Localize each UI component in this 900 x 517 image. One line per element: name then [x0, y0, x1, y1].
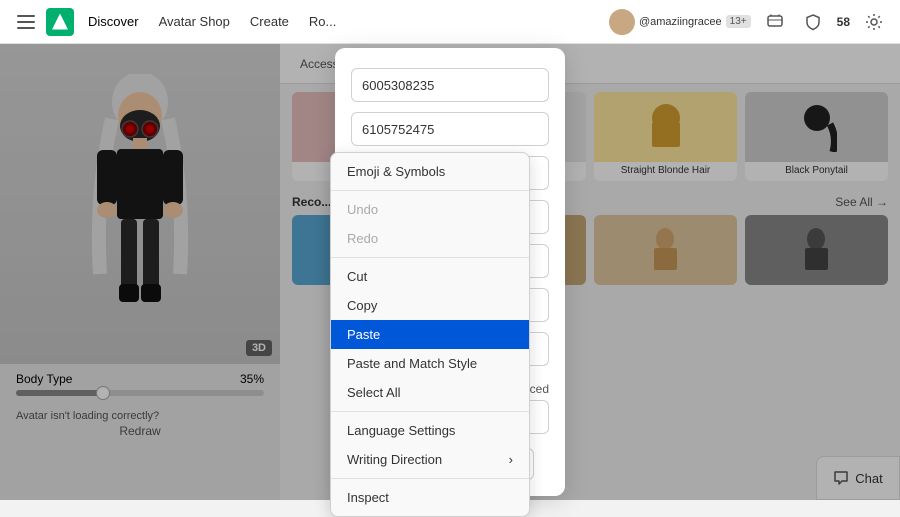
ctx-cut[interactable]: Cut — [331, 262, 529, 291]
hamburger-menu[interactable] — [12, 8, 40, 36]
ctx-writing-direction[interactable]: Writing Direction › — [331, 445, 529, 474]
nav-right: @amaziingracee 13+ 58 — [609, 8, 888, 36]
robux-count: 58 — [837, 15, 850, 29]
ctx-paste[interactable]: Paste — [331, 320, 529, 349]
nav-items: Discover Avatar Shop Create Ro... — [88, 14, 336, 29]
age-badge: 13+ — [726, 15, 751, 28]
ctx-paste-match-style[interactable]: Paste and Match Style — [331, 349, 529, 378]
ctx-copy[interactable]: Copy — [331, 291, 529, 320]
ctx-select-all[interactable]: Select All — [331, 378, 529, 407]
shield-icon[interactable] — [799, 8, 827, 36]
asset-id-input-1[interactable] — [351, 68, 549, 102]
ctx-divider-2 — [331, 257, 529, 258]
notifications-icon[interactable] — [761, 8, 789, 36]
settings-icon[interactable] — [860, 8, 888, 36]
context-menu: Emoji & Symbols Undo Redo Cut Copy Paste… — [330, 152, 530, 517]
nav-avatar-shop[interactable]: Avatar Shop — [159, 14, 230, 29]
username: @amaziingracee — [639, 16, 722, 28]
ctx-divider-3 — [331, 411, 529, 412]
ctx-language-settings[interactable]: Language Settings — [331, 416, 529, 445]
chevron-right-icon: › — [509, 452, 513, 467]
nav-more[interactable]: Ro... — [309, 14, 336, 29]
nav-discover[interactable]: Discover — [88, 14, 139, 29]
main-layout: 3D Body Type 35% Avatar isn't loading co… — [0, 44, 900, 500]
ctx-divider-4 — [331, 478, 529, 479]
user-profile[interactable]: @amaziingracee 13+ — [609, 9, 751, 35]
logo[interactable] — [46, 8, 74, 36]
ctx-redo[interactable]: Redo — [331, 224, 529, 253]
avatar-thumbnail — [609, 9, 635, 35]
ctx-undo[interactable]: Undo — [331, 195, 529, 224]
ctx-inspect[interactable]: Inspect — [331, 483, 529, 512]
ctx-emoji-symbols[interactable]: Emoji & Symbols — [331, 157, 529, 186]
asset-id-input-2[interactable] — [351, 112, 549, 146]
top-nav: Discover Avatar Shop Create Ro... @amazi… — [0, 0, 900, 44]
modal-overlay: Advanced Save Cancel Emoji & Symbols Und… — [0, 44, 900, 500]
nav-create[interactable]: Create — [250, 14, 289, 29]
ctx-divider-1 — [331, 190, 529, 191]
